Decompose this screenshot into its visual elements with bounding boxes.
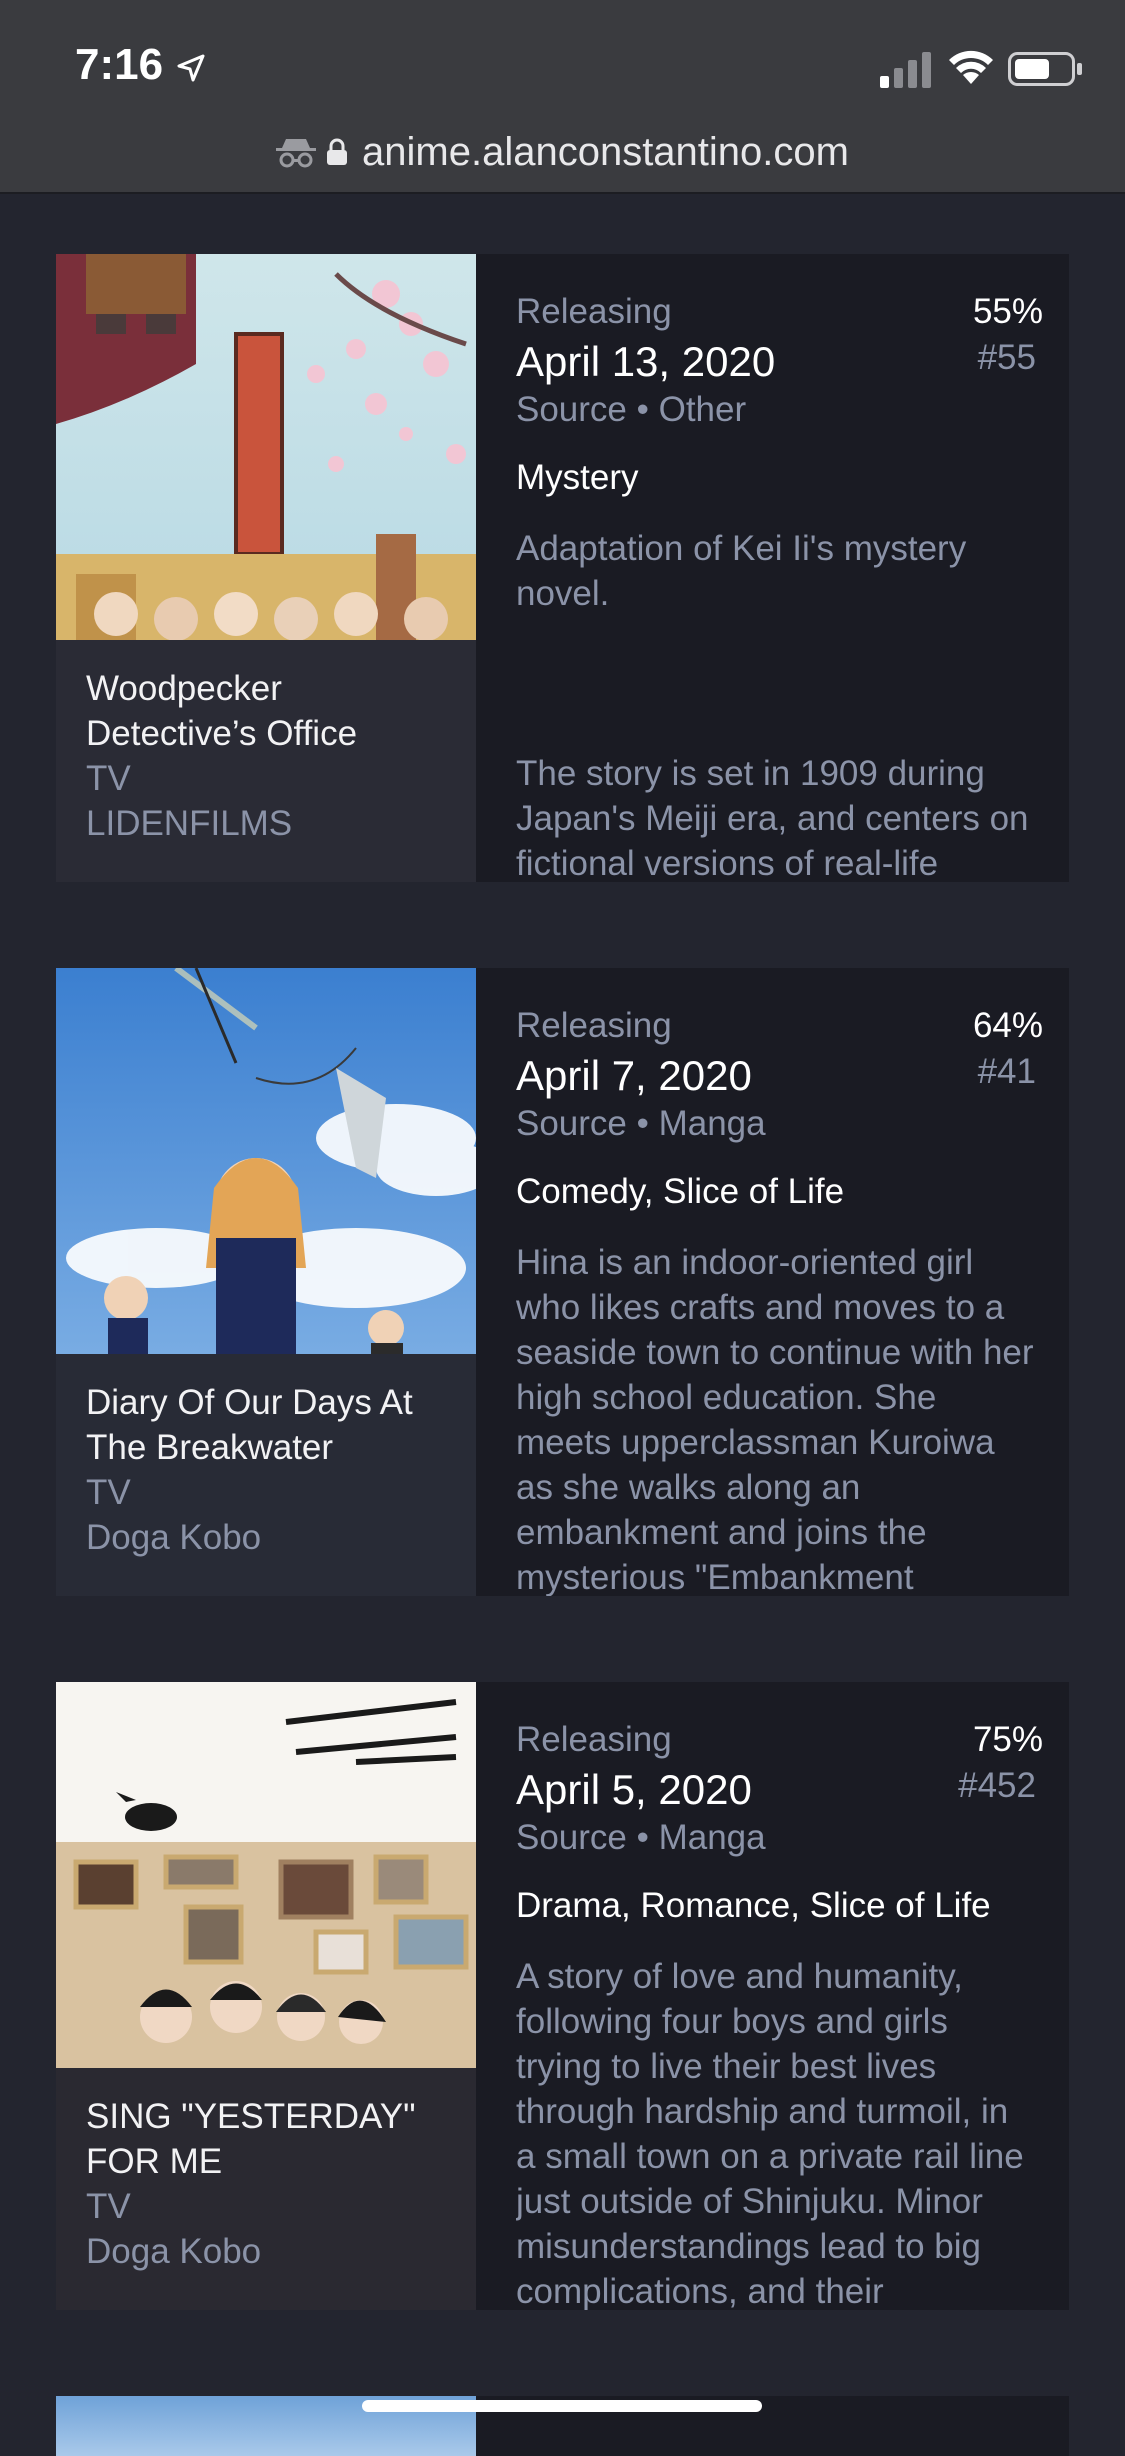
anime-format: TV (86, 1473, 131, 1512)
anime-poster[interactable]: SING "YESTERDAY" FOR ME TV Doga Kobo (56, 1682, 476, 2310)
anime-info: Releasing April 13, 2020 Source • Other … (516, 254, 1043, 882)
anime-genres: Mystery (516, 458, 639, 497)
description-paragraph: Hina is an indoor-oriented girl who like… (516, 1243, 1034, 1596)
anime-title-block: SING "YESTERDAY" FOR ME TV Doga Kobo (86, 2094, 456, 2274)
anime-title[interactable]: Woodpecker Detective’s Office (86, 666, 456, 756)
description-paragraph: Adaptation of Kei Ii's mystery novel. (516, 529, 967, 613)
anime-studio[interactable]: LIDENFILMS (86, 801, 456, 846)
browser-top-bar: 7:16 anime.alanconstantino.com (0, 0, 1125, 194)
anime-rank: #41 (977, 1052, 1036, 1091)
anime-title-block: Diary Of Our Days At The Breakwater TV D… (86, 1380, 456, 1560)
anime-description[interactable]: A story of love and humanity, following … (516, 1954, 1036, 2310)
anime-rank: #452 (958, 1766, 1036, 1805)
anime-format: TV (86, 759, 131, 798)
anime-card[interactable]: Woodpecker Detective’s Office TV LIDENFI… (56, 254, 1069, 882)
airing-status: Releasing (516, 1720, 672, 1759)
anime-title-block: Woodpecker Detective’s Office TV LIDENFI… (86, 666, 456, 846)
anime-description[interactable]: Adaptation of Kei Ii's mystery novel. Th… (516, 526, 1036, 882)
airing-date: April 7, 2020 (516, 1052, 752, 1099)
status-time: 7:16 (75, 40, 164, 89)
battery-icon (1008, 52, 1082, 86)
airing-date: April 5, 2020 (516, 1766, 752, 1813)
airing-status: Releasing (516, 1006, 672, 1045)
anime-genres: Drama, Romance, Slice of Life (516, 1886, 991, 1925)
anime-score: 64% (972, 1006, 1043, 1045)
anime-description[interactable]: Hina is an indoor-oriented girl who like… (516, 1240, 1036, 1596)
anime-poster[interactable]: Woodpecker Detective’s Office TV LIDENFI… (56, 254, 476, 882)
wifi-icon (949, 50, 993, 84)
anime-title[interactable]: SING "YESTERDAY" FOR ME (86, 2094, 456, 2184)
anime-source: Source • Manga (516, 1104, 766, 1143)
anime-score: 55% (972, 292, 1043, 331)
description-paragraph: A story of love and humanity, following … (516, 1957, 1024, 2310)
cellular-signal-icon (880, 52, 931, 88)
lock-icon (327, 138, 348, 165)
airing-date: April 13, 2020 (516, 338, 776, 385)
location-arrow-icon (177, 54, 205, 82)
anime-studio[interactable]: Doga Kobo (86, 2229, 456, 2274)
anime-score: 75% (972, 1720, 1043, 1759)
anime-info: Releasing April 7, 2020 Source • Manga 6… (516, 968, 1043, 1596)
home-indicator[interactable] (362, 2400, 762, 2412)
anime-poster[interactable]: Diary Of Our Days At The Breakwater TV D… (56, 968, 476, 1596)
anime-card[interactable]: SING "YESTERDAY" FOR ME TV Doga Kobo Rel… (56, 1682, 1069, 2310)
anime-format: TV (86, 2187, 131, 2226)
anime-source: Source • Manga (516, 1818, 766, 1857)
anime-title[interactable]: Diary Of Our Days At The Breakwater (86, 1380, 456, 1470)
anime-genres: Comedy, Slice of Life (516, 1172, 845, 1211)
anime-info: Releasing April 5, 2020 Source • Manga 7… (516, 1682, 1043, 2310)
anime-rank: #55 (977, 338, 1036, 377)
incognito-icon (276, 139, 317, 168)
anime-card[interactable]: Diary Of Our Days At The Breakwater TV D… (56, 968, 1069, 1596)
address-bar[interactable]: anime.alanconstantino.com (0, 122, 1125, 182)
anime-source: Source • Other (516, 390, 747, 429)
description-paragraph: The story is set in 1909 during Japan's … (516, 754, 1029, 882)
url-text: anime.alanconstantino.com (362, 129, 849, 174)
airing-status: Releasing (516, 292, 672, 331)
anime-studio[interactable]: Doga Kobo (86, 1515, 456, 1560)
